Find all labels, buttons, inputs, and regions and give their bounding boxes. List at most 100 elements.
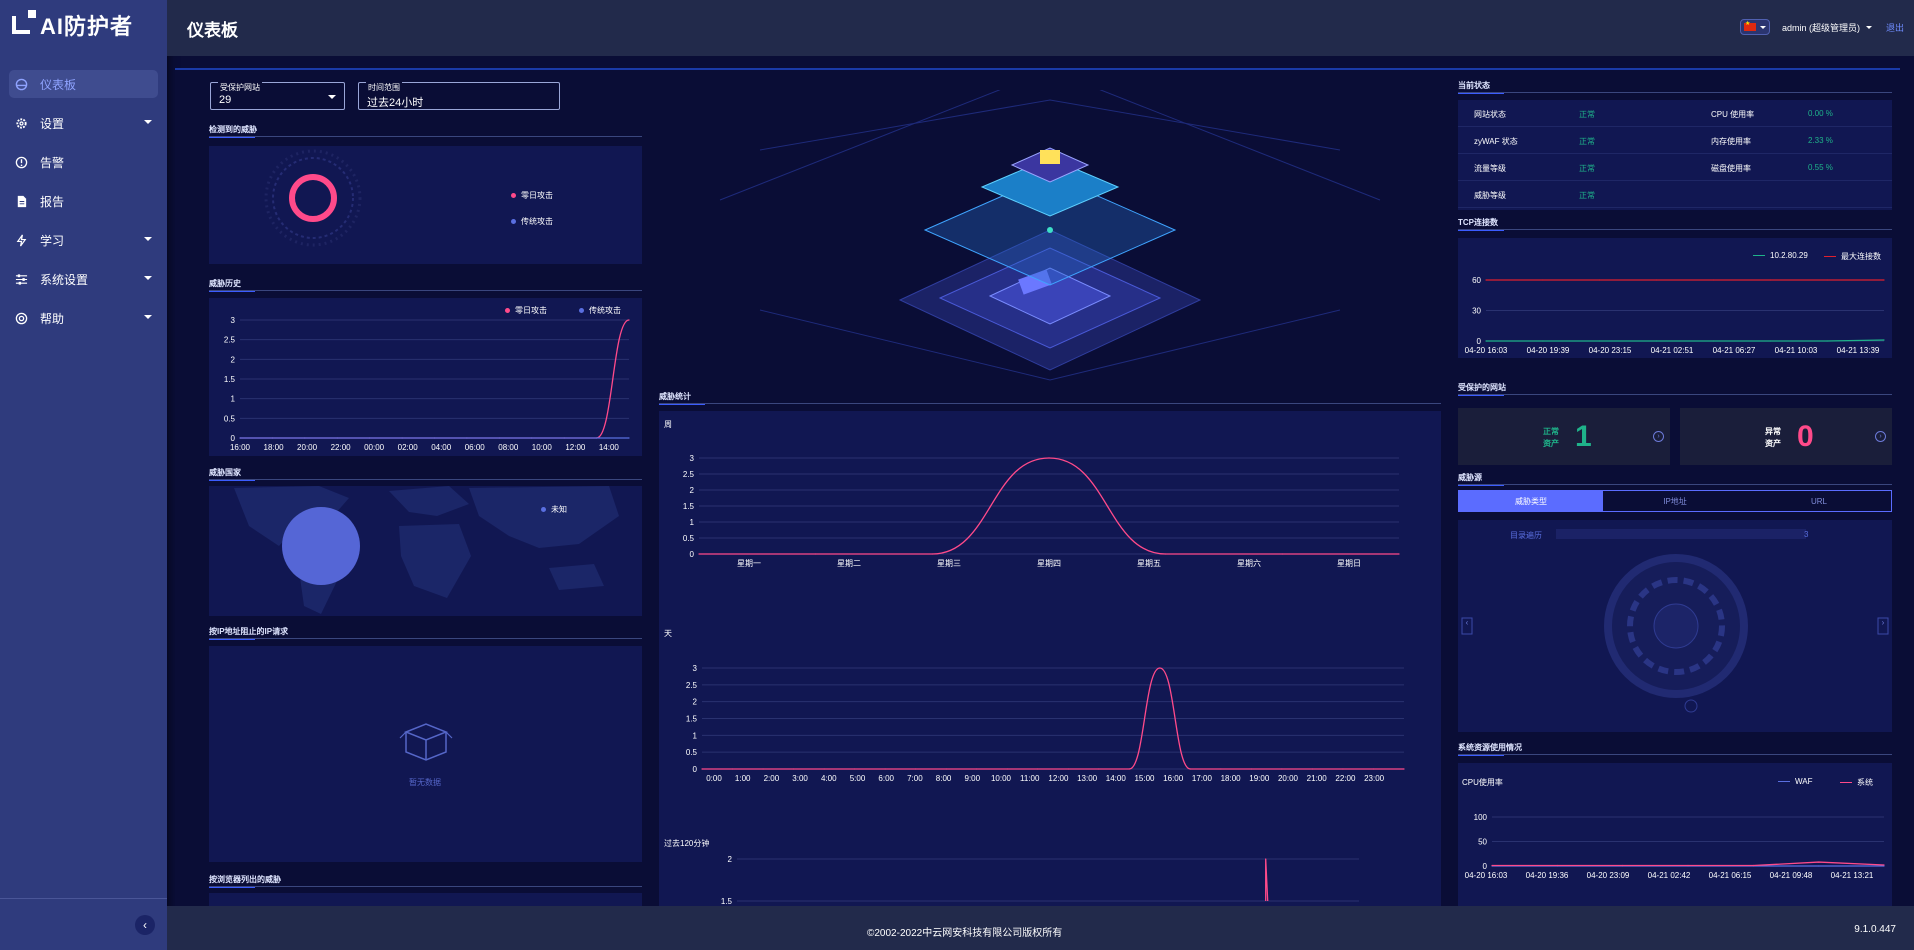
last120-chart: 1.52 [721,855,1359,906]
tab-threat-type[interactable]: 威胁类型 [1459,491,1603,511]
sidebar-item-alerts[interactable]: 告警 [9,148,158,176]
data-point [1818,861,1820,863]
site-select-value: 29 [219,94,232,106]
sidebar-item-help[interactable]: 帮助 [9,304,158,332]
x-tick-label: 15:00 [1134,774,1155,783]
x-tick-label: 10:00 [532,443,553,452]
x-tick-label: 04-20 23:09 [1587,871,1630,880]
site-select[interactable]: 受保护网站 29 [210,82,345,110]
data-point [433,437,436,439]
legend-zero-day: 零日攻击 [511,190,553,201]
threat-history-panel: 零日攻击 传统攻击 0 0.5 1 1.5 2 2.5 3 16:00 18:00 20:00 22… [209,298,642,456]
y-tick-label: 2 [690,486,695,495]
data-point [701,768,703,770]
x-tick-label: 星期四 [1037,559,1061,568]
legend-max: 最大连接数 [1824,251,1881,262]
logout-link[interactable]: 退出 [1886,21,1904,34]
tcp-panel: 10.2.80.29 最大连接数 0 30 60 04-20 16:03 04-20 1… [1458,238,1892,358]
x-tick-label: 6:00 [878,774,894,783]
x-tick-label: 04:00 [431,443,452,452]
data-point [1883,339,1885,341]
sidebar-footer: ‹ [0,898,167,950]
y-tick-label: 0 [1477,337,1482,346]
user-area: admin (超级管理员) 退出 [1739,19,1904,35]
x-tick-label: 04-20 19:36 [1526,871,1569,880]
sidebar-item-dashboard[interactable]: 仪表板 [9,70,158,98]
data-point [1398,553,1400,555]
threat-source-tabs: 威胁类型 IP地址 URL [1458,490,1892,512]
data-point [1265,858,1267,860]
legend-system: 系统 [1840,777,1873,788]
sidebar-item-reports[interactable]: 报告 [9,187,158,215]
data-point [1281,768,1283,770]
sidebar-item-system-settings[interactable]: 系统设置 [9,265,158,293]
data-point [931,553,933,555]
tab-ip-address[interactable]: IP地址 [1603,491,1747,511]
chevron-down-icon [328,95,336,99]
source-row-value: 3 [1804,530,1809,539]
user-menu[interactable]: admin (超级管理员) [1782,21,1860,34]
sidebar-item-label: 报告 [40,194,65,209]
status-row: 网站状态 正常 CPU 使用率 0.00 % [1458,100,1892,127]
x-tick-label: 04-21 02:42 [1648,871,1691,880]
y-tick-label: 0 [693,765,698,774]
x-tick-label: 02:00 [398,443,419,452]
data-point [1818,865,1820,867]
x-tick-label: 04-21 02:51 [1651,346,1694,355]
x-tick-label: 04-21 06:15 [1709,871,1752,880]
world-map [234,486,619,614]
language-selector[interactable] [1739,19,1770,35]
sidebar-item-learning[interactable]: 学习 [9,226,158,254]
sidebar-item-label: 仪表板 [40,77,77,92]
prev-button[interactable]: ‹ [1462,618,1472,634]
x-tick-label: 14:00 [1106,774,1127,783]
time-range-select[interactable]: 时间范围 过去24小时 [358,82,560,110]
legend-unknown: 未知 [541,504,567,515]
data-point [1048,457,1050,459]
section-title-detected: 检测到的威胁 [209,125,257,138]
data-point [698,553,700,555]
next-button[interactable]: › [1878,618,1888,634]
chevron-right-icon: › [1653,431,1664,442]
collapse-sidebar-button[interactable]: ‹ [135,915,155,935]
data-point [792,768,795,770]
x-tick-label: 04-21 13:21 [1831,871,1874,880]
data-point [1655,340,1658,342]
x-tick-label: 星期日 [1337,559,1361,568]
sidebar-item-settings[interactable]: 设置 [9,109,158,137]
y-tick-label: 0 [690,550,695,559]
data-point [1769,340,1771,342]
app-logo[interactable]: AI防护者 [0,0,167,50]
divider [1458,394,1892,395]
site-select-label: 受保护网站 [218,82,262,93]
chevron-left-icon: ‹ [143,918,147,932]
data-point [271,437,274,439]
legend-traditional: 传统攻击 [579,305,621,316]
section-title-history: 威胁历史 [209,279,255,292]
normal-assets-label: 正常资产 [1543,427,1559,448]
week-label: 周 [664,420,672,429]
data-point [1281,553,1283,555]
divider [209,479,642,480]
x-tick-label: 7:00 [907,774,923,783]
chevron-down-icon [144,315,152,319]
logo-icon [12,10,36,34]
time-range-label: 时间范围 [366,82,402,93]
data-point [762,768,764,770]
y-tick-label: 0 [1483,862,1488,871]
tab-url[interactable]: URL [1747,491,1891,511]
chevron-down-icon [144,276,152,280]
abnormal-assets-card[interactable]: 异常资产 0 › [1680,408,1892,465]
x-tick-label: 21:00 [1307,774,1328,783]
chevron-right-icon: › [1875,431,1886,442]
y-tick-label: 1 [693,731,698,740]
x-tick-label: 16:00 [230,443,251,452]
x-tick-label: 20:00 [297,443,318,452]
y-tick-label: 3 [231,316,236,325]
x-tick-label: 04-21 06:27 [1713,346,1756,355]
x-tick-label: 12:00 [565,443,586,452]
data-point [1311,768,1314,770]
normal-assets-card[interactable]: 正常资产 1 › [1458,408,1670,465]
y-tick-label: 2 [693,698,698,707]
x-tick-label: 16:00 [1163,774,1184,783]
